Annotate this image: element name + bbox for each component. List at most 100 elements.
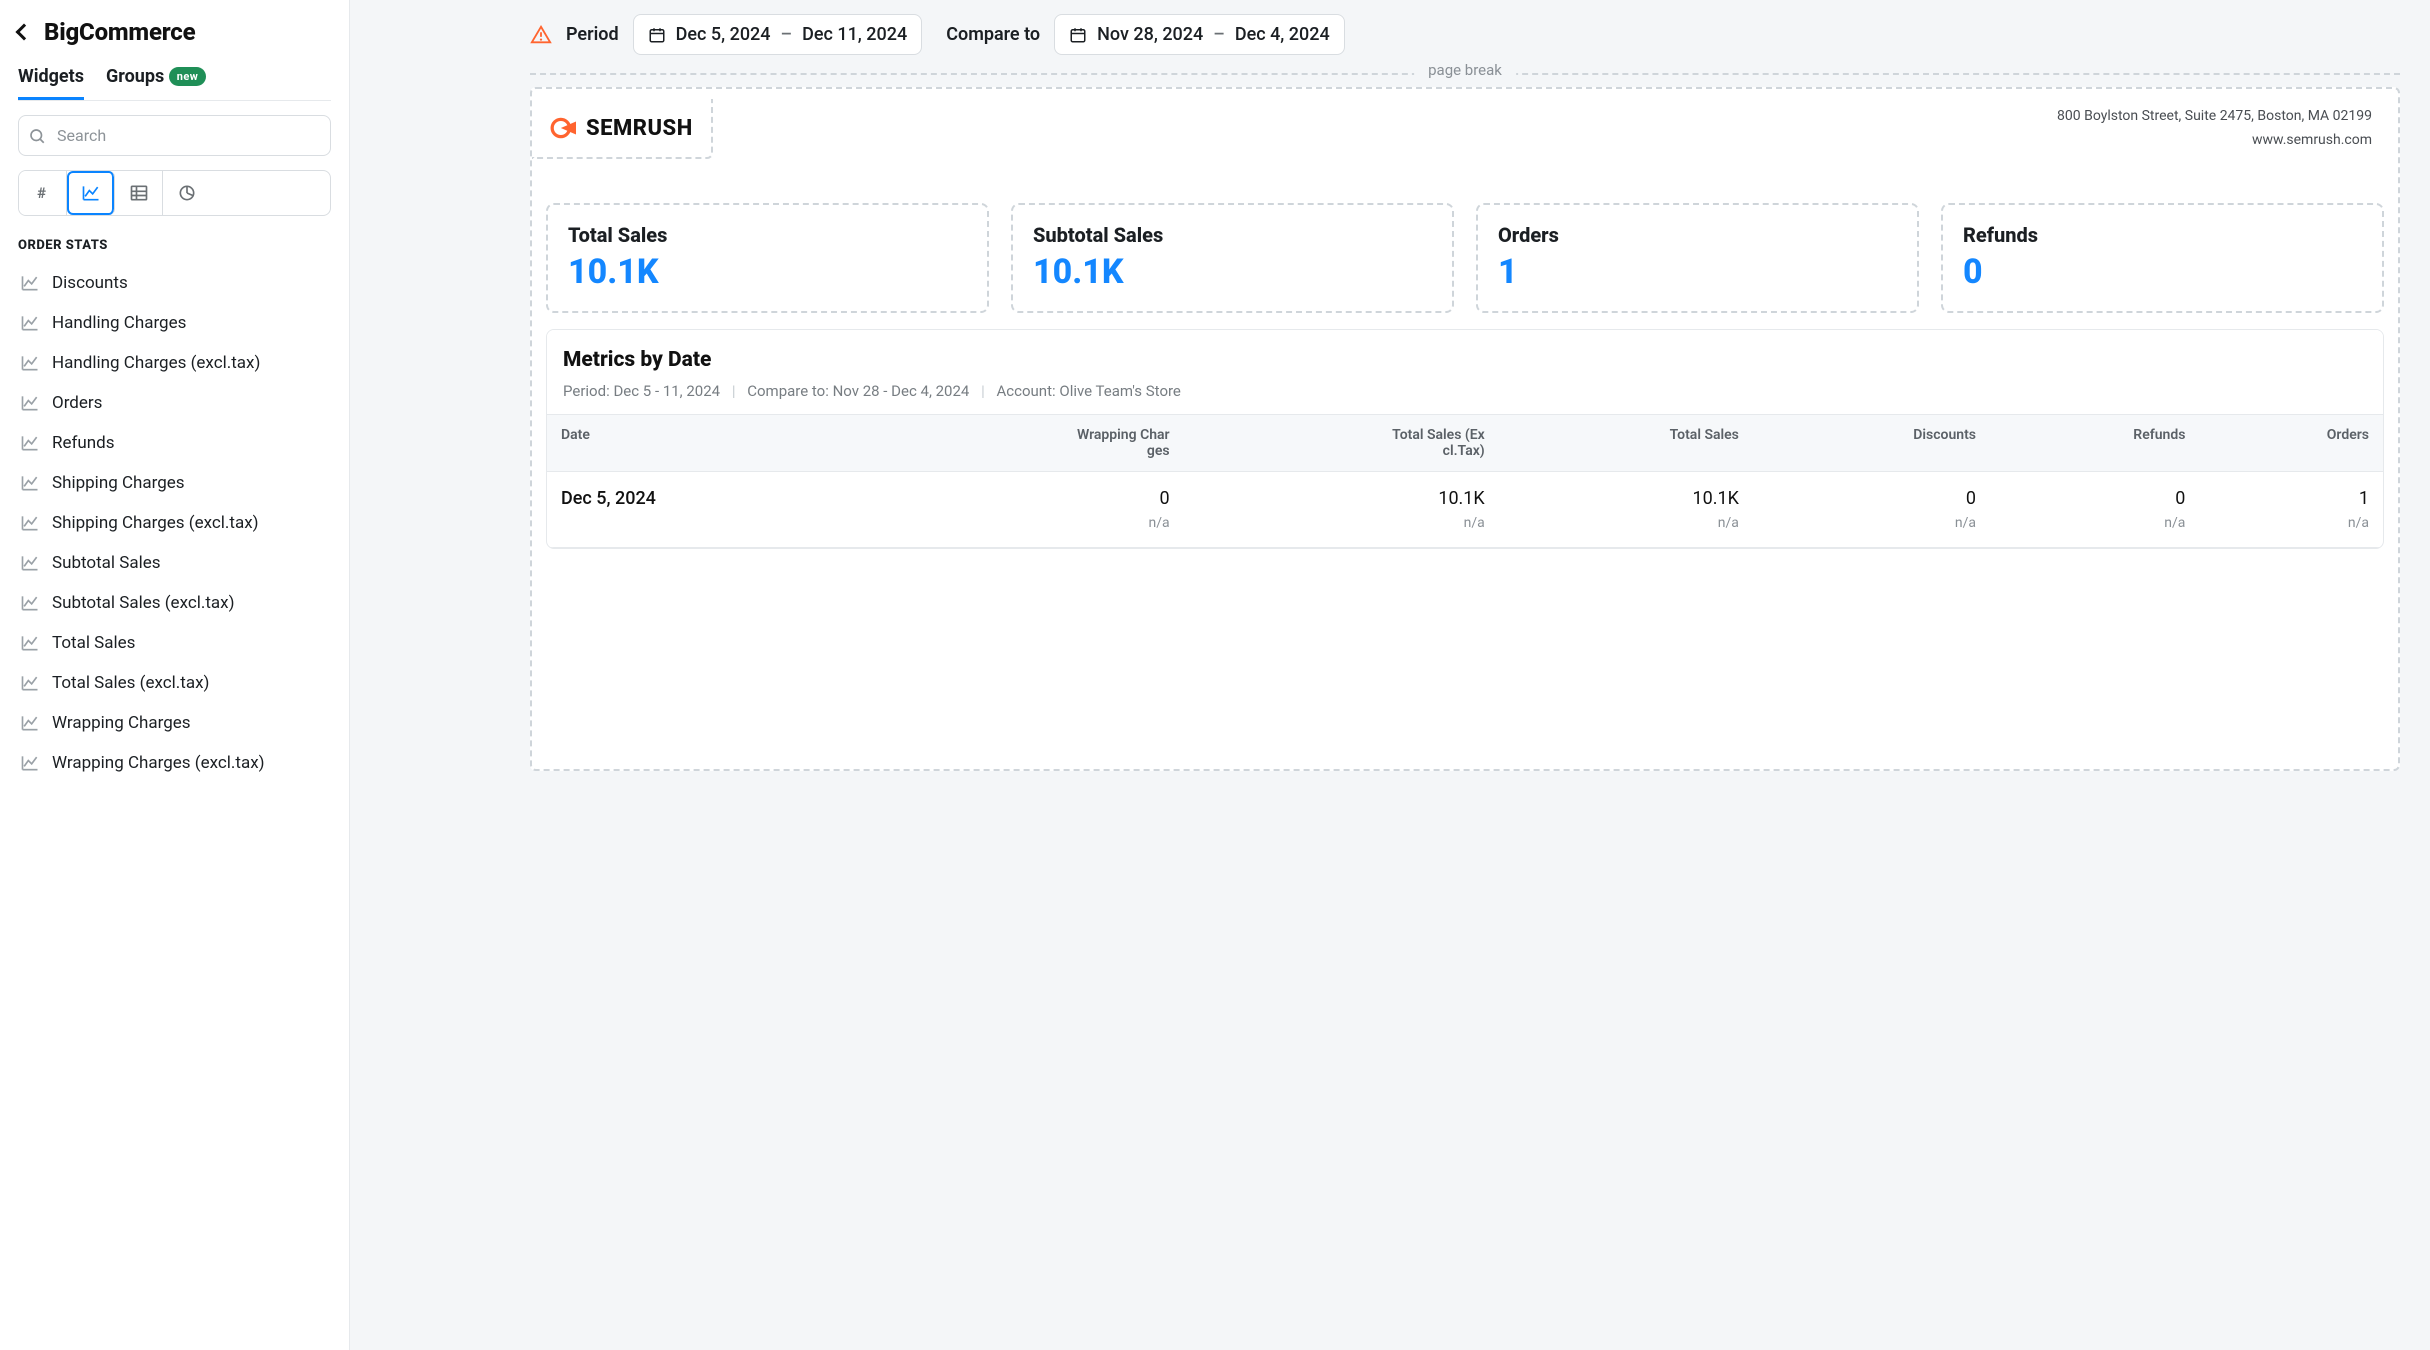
widget-item[interactable]: Handling Charges (excl.tax) [18, 343, 331, 383]
line-chart-icon [20, 473, 42, 493]
line-chart-icon [20, 713, 42, 733]
calendar-icon [1069, 26, 1087, 44]
widget-item-label: Wrapping Charges [52, 713, 191, 733]
line-chart-icon [20, 513, 42, 533]
widget-item[interactable]: Orders [18, 383, 331, 423]
sidebar-tabs: Widgets Groups new [18, 60, 331, 101]
widget-item-label: Total Sales (excl.tax) [52, 673, 209, 693]
widget-item[interactable]: Wrapping Charges [18, 703, 331, 743]
compare-to: Dec 4, 2024 [1235, 24, 1330, 45]
metrics-table: DateWrapping ChargesTotal Sales (Excl.Ta… [547, 414, 2383, 548]
widget-item[interactable]: Shipping Charges (excl.tax) [18, 503, 331, 543]
period-range-button[interactable]: Dec 5, 2024 – Dec 11, 2024 [633, 14, 923, 55]
widget-item-label: Shipping Charges (excl.tax) [52, 513, 259, 533]
table-header-cell: Date [547, 415, 868, 472]
widget-list: Discounts Handling Charges Handling Charge… [18, 263, 331, 783]
widget-item-label: Discounts [52, 273, 128, 293]
cell-sub: n/a [868, 515, 1183, 548]
tab-groups[interactable]: Groups new [106, 60, 206, 100]
kpi-value: 0 [1963, 255, 2362, 289]
widget-item[interactable]: Total Sales [18, 623, 331, 663]
cell-sub: n/a [1990, 515, 2199, 548]
compare-range-button[interactable]: Nov 28, 2024 – Dec 4, 2024 [1054, 14, 1345, 55]
widget-item[interactable]: Subtotal Sales (excl.tax) [18, 583, 331, 623]
line-chart-icon [20, 433, 42, 453]
report-logo-box[interactable]: SEMRUSH [532, 99, 713, 159]
table-header-cell: Refunds [1990, 415, 2199, 472]
kpi-title: Orders [1498, 223, 1897, 247]
kpi-value: 10.1K [1033, 255, 1432, 289]
widget-item-label: Handling Charges (excl.tax) [52, 353, 260, 373]
flame-icon [550, 115, 576, 141]
company-site: www.semrush.com [2057, 129, 2372, 153]
search-icon [28, 127, 46, 145]
page-break-label: page break [1414, 61, 1516, 79]
search-input[interactable] [18, 115, 331, 156]
widget-item[interactable]: Total Sales (excl.tax) [18, 663, 331, 703]
table-header-row: DateWrapping ChargesTotal Sales (Excl.Ta… [547, 415, 2383, 472]
widget-item[interactable]: Handling Charges [18, 303, 331, 343]
filter-row: Period Dec 5, 2024 – Dec 11, 2024 Compar… [530, 14, 2400, 55]
widget-item[interactable]: Wrapping Charges (excl.tax) [18, 743, 331, 783]
widget-item[interactable]: Shipping Charges [18, 463, 331, 503]
period-to: Dec 11, 2024 [802, 24, 907, 45]
kpi-card[interactable]: Orders1 [1476, 203, 1919, 313]
warning-triangle-icon[interactable] [530, 24, 552, 46]
period-label: Period [566, 24, 619, 45]
compare-label: Compare to [946, 24, 1040, 45]
line-chart-icon [20, 313, 42, 333]
badge-new: new [169, 67, 207, 86]
cell-value: 0 [1990, 472, 2199, 516]
widget-item-label: Handling Charges [52, 313, 186, 333]
widget-item-label: Shipping Charges [52, 473, 185, 493]
sidebar-title: BigCommerce [44, 18, 195, 46]
semrush-logo: SEMRUSH [550, 115, 693, 141]
widget-item-label: Subtotal Sales (excl.tax) [52, 593, 235, 613]
line-chart-icon [20, 753, 42, 773]
metrics-title: Metrics by Date [563, 348, 2367, 372]
report-page: SEMRUSH 800 Boylston Street, Suite 2475,… [530, 87, 2400, 771]
sidebar: BigCommerce Widgets Groups new # ORDER S… [0, 0, 350, 1350]
svg-text:#: # [37, 184, 46, 202]
main-canvas: Period Dec 5, 2024 – Dec 11, 2024 Compar… [350, 0, 2430, 1350]
type-line-button[interactable] [67, 171, 115, 215]
compare-from: Nov 28, 2024 [1097, 24, 1203, 45]
line-chart-icon [20, 673, 42, 693]
period-from: Dec 5, 2024 [676, 24, 771, 45]
type-number-button[interactable]: # [19, 171, 67, 215]
widget-item[interactable]: Discounts [18, 263, 331, 303]
line-chart-icon [20, 593, 42, 613]
metrics-by-date: Metrics by Date Period: Dec 5 - 11, 2024… [546, 329, 2384, 549]
kpi-card[interactable]: Refunds 0 [1941, 203, 2384, 313]
widget-item-label: Orders [52, 393, 102, 413]
table-header-cell: Discounts [1753, 415, 1990, 472]
line-chart-icon [20, 633, 42, 653]
cell-value: 10.1K [1184, 472, 1499, 516]
table-row: Dec 5, 2024010.1K10.1K001 [547, 472, 2383, 516]
widget-item[interactable]: Refunds [18, 423, 331, 463]
table-header-cell: Total Sales [1499, 415, 1753, 472]
kpi-card[interactable]: Total Sales10.1K [546, 203, 989, 313]
cell-value: 10.1K [1499, 472, 1753, 516]
widget-item-label: Total Sales [52, 633, 135, 653]
cell-sub: n/a [1499, 515, 1753, 548]
kpi-card[interactable]: Subtotal Sales 10.1K [1011, 203, 1454, 313]
cell-date: Dec 5, 2024 [547, 472, 868, 516]
kpi-title: Subtotal Sales [1033, 223, 1432, 247]
kpi-title: Refunds [1963, 223, 2362, 247]
widget-item[interactable]: Subtotal Sales [18, 543, 331, 583]
brand-name: SEMRUSH [586, 116, 693, 141]
widget-item-label: Wrapping Charges (excl.tax) [52, 753, 265, 773]
type-table-button[interactable] [115, 171, 163, 215]
chevron-left-icon[interactable] [16, 24, 33, 41]
type-pie-button[interactable] [163, 171, 211, 215]
company-address: 800 Boylston Street, Suite 2475, Boston,… [2057, 105, 2372, 129]
line-chart-icon [20, 393, 42, 413]
table-header-cell: Orders [2199, 415, 2383, 472]
range-dash: – [781, 24, 793, 45]
table-row-sub: n/an/an/an/an/an/a [547, 515, 2383, 548]
tab-widgets[interactable]: Widgets [18, 60, 84, 100]
cell-value: 1 [2199, 472, 2383, 516]
cell-sub: n/a [1753, 515, 1990, 548]
kpi-cards: Total Sales10.1K Subtotal Sales 10.1K Order… [532, 181, 2398, 313]
